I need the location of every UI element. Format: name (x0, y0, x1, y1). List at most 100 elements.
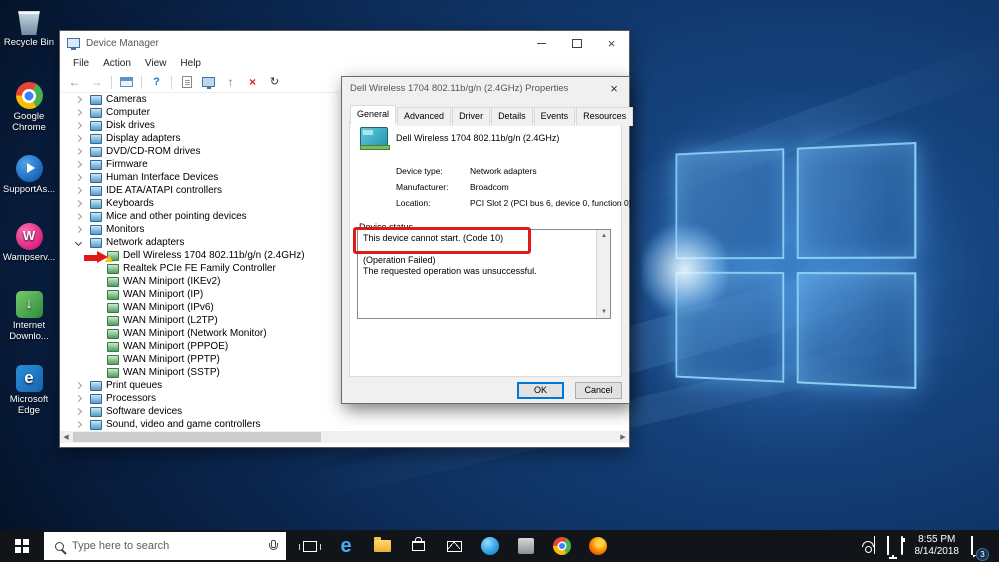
chevron-right-icon[interactable] (75, 421, 82, 428)
network-tray-icon[interactable] (887, 537, 889, 555)
tab-events[interactable]: Events (534, 107, 576, 126)
taskbar-icon-store[interactable] (400, 530, 436, 562)
tree-item-label: Dell Wireless 1704 802.11b/g/n (2.4GHz) (123, 250, 305, 261)
help-icon[interactable]: ? (149, 74, 164, 90)
action-center-icon[interactable] (971, 537, 973, 555)
battery-tray-icon[interactable] (901, 537, 903, 555)
desktop-icon-idm[interactable]: Internet Downlo... (2, 291, 56, 342)
properties-icon[interactable] (201, 74, 216, 90)
update-driver-icon[interactable]: ↑ (223, 74, 238, 90)
taskbar-icon-firefox[interactable] (580, 530, 616, 562)
device-icon (107, 368, 119, 378)
scrollbar-thumb[interactable] (73, 432, 321, 442)
cancel-button[interactable]: Cancel (575, 382, 622, 399)
chevron-right-icon[interactable] (75, 187, 82, 194)
device-icon (90, 394, 102, 404)
chevron-right-icon[interactable] (75, 161, 82, 168)
taskbar-icon-skype[interactable] (472, 530, 508, 562)
chevron-right-icon[interactable] (75, 382, 82, 389)
forward-icon[interactable]: → (89, 74, 104, 90)
tree-item-label: Processors (106, 393, 156, 404)
scroll-right-arrow-icon[interactable]: ▶ (617, 431, 629, 443)
chevron-right-icon[interactable] (75, 109, 82, 116)
device-icon (90, 186, 102, 196)
desktop-icon-chrome[interactable]: Google Chrome (2, 82, 56, 133)
taskbar-clock[interactable]: 8:55 PM 8/14/2018 (915, 534, 960, 558)
device-icon (90, 225, 102, 235)
back-icon[interactable]: ← (67, 74, 82, 90)
tab-details[interactable]: Details (491, 107, 533, 126)
chevron-right-icon[interactable] (75, 96, 82, 103)
scroll-left-arrow-icon[interactable]: ◀ (60, 431, 72, 443)
menu-help[interactable]: Help (173, 58, 208, 69)
tree-item-label: Keyboards (106, 198, 154, 209)
chevron-right-icon[interactable] (75, 213, 82, 220)
console-window-glyph (120, 77, 133, 87)
clock-date: 8/14/2018 (915, 546, 960, 558)
scan-hardware-icon[interactable]: ↻ (267, 74, 282, 90)
action-center-glyph (971, 536, 973, 555)
desktop-icon-wampserver[interactable]: Wampserv... (2, 223, 56, 264)
chevron-right-icon[interactable] (75, 200, 82, 207)
close-button[interactable] (594, 31, 629, 55)
chrome-icon (16, 82, 43, 109)
chevron-right-icon[interactable] (75, 135, 82, 142)
dm-titlebar[interactable]: Device Manager (60, 31, 629, 55)
tree-item-label: Network adapters (106, 237, 184, 248)
taskbar-icon-app[interactable] (508, 530, 544, 562)
desktop-icon-recycle-bin[interactable]: Recycle Bin (2, 8, 56, 49)
dialog-titlebar[interactable]: Dell Wireless 1704 802.11b/g/n (2.4GHz) … (342, 77, 629, 99)
scroll-down-arrow-icon[interactable]: ▼ (597, 306, 611, 318)
taskbar-search[interactable] (44, 532, 286, 560)
microphone-icon[interactable] (268, 540, 276, 552)
tree-item-label: WAN Miniport (IPv6) (123, 302, 214, 313)
device-icon (107, 316, 119, 326)
tree-item-label: WAN Miniport (L2TP) (123, 315, 218, 326)
chevron-right-icon[interactable] (75, 408, 82, 415)
device-icon (90, 108, 102, 118)
search-input[interactable] (72, 540, 247, 552)
tree-item-label: WAN Miniport (SSTP) (123, 367, 220, 378)
chevron-right-icon[interactable] (75, 395, 82, 402)
status-line: The requested operation was unsuccessful… (363, 266, 590, 277)
chevron-down-icon[interactable] (75, 239, 82, 246)
export-list-icon[interactable] (179, 74, 194, 90)
tab-driver[interactable]: Driver (452, 107, 490, 126)
tab-advanced[interactable]: Advanced (397, 107, 451, 126)
start-button[interactable] (0, 530, 44, 562)
desktop-icon-edge[interactable]: Microsoft Edge (2, 365, 56, 416)
device-name: Dell Wireless 1704 802.11b/g/n (2.4GHz) (396, 133, 559, 143)
tree-item[interactable]: Sound, video and game controllers (60, 418, 629, 431)
taskbar-icon-mail[interactable] (436, 530, 472, 562)
desktop-icon-supportassist[interactable]: SupportAs... (2, 155, 56, 196)
chevron-right-icon[interactable] (75, 226, 82, 233)
horizontal-scrollbar[interactable]: ◀ ▶ (60, 431, 629, 443)
tab-resources[interactable]: Resources (576, 107, 633, 126)
menu-view[interactable]: View (138, 58, 174, 69)
chevron-right-icon[interactable] (75, 122, 82, 129)
taskbar-icon-file-explorer[interactable] (364, 530, 400, 562)
taskbar-icon-chrome[interactable] (544, 530, 580, 562)
chevron-right-icon[interactable] (75, 148, 82, 155)
taskbar-icon-task-view[interactable] (292, 530, 328, 562)
minimize-button[interactable] (524, 31, 559, 55)
console-window-icon[interactable] (119, 74, 134, 90)
notification-badge: 3 (976, 548, 989, 561)
windows-start-icon (15, 539, 29, 553)
taskbar-icon-edge[interactable]: e (328, 530, 364, 562)
maximize-button[interactable] (559, 31, 594, 55)
menu-action[interactable]: Action (96, 58, 138, 69)
tree-item[interactable]: Software devices (60, 405, 629, 418)
chevron-right-icon[interactable] (75, 174, 82, 181)
device-icon (107, 342, 119, 352)
tree-item-label: WAN Miniport (PPPOE) (123, 341, 228, 352)
desktop-icon-label: Internet Downlo... (2, 321, 56, 342)
menu-file[interactable]: File (66, 58, 96, 69)
ok-button[interactable]: OK (517, 382, 564, 399)
scroll-up-arrow-icon[interactable]: ▲ (597, 230, 611, 242)
dialog-close-button[interactable] (599, 77, 629, 99)
device-icon (90, 381, 102, 391)
uninstall-device-icon[interactable]: × (245, 74, 260, 90)
vertical-scrollbar[interactable]: ▲ ▼ (596, 230, 610, 318)
tab-general[interactable]: General (350, 105, 396, 124)
